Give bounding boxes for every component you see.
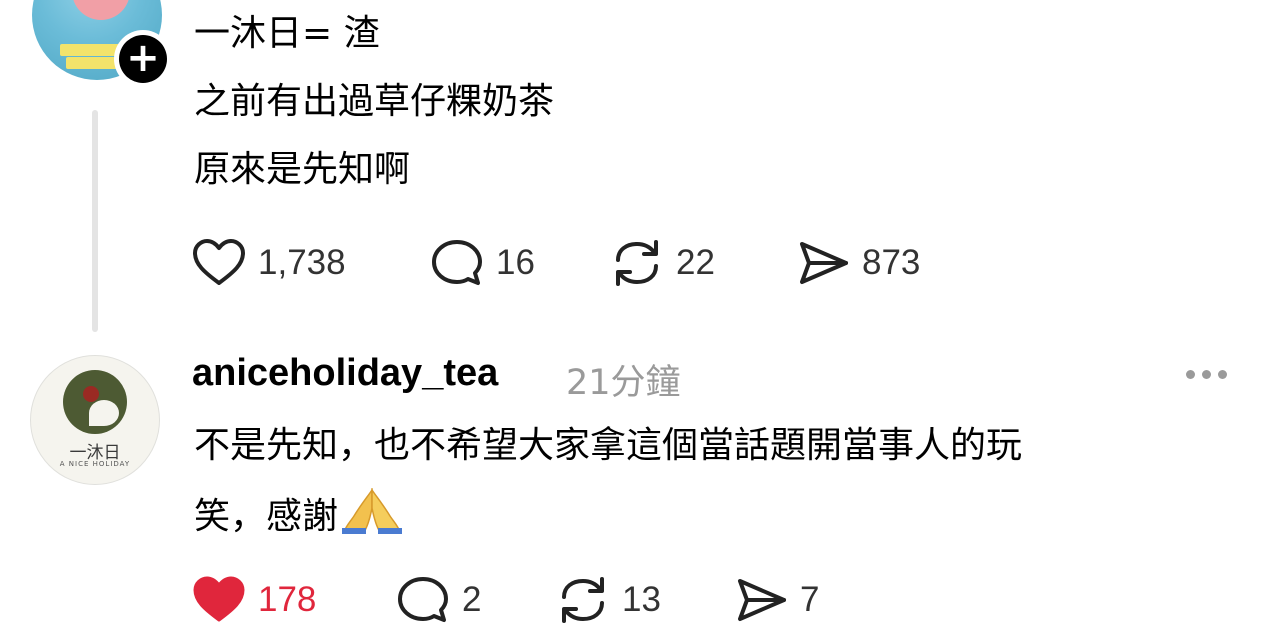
reply-reply-button[interactable]: 2 [396, 575, 481, 625]
reply-repost-count: 13 [622, 580, 661, 619]
post-text-line-3: 原來是先知啊 [194, 149, 411, 190]
repost-icon [562, 577, 604, 623]
like-count: 1,738 [258, 243, 346, 282]
comment-bubble-icon [432, 240, 482, 285]
reply-repost-button[interactable]: 13 [556, 575, 661, 625]
heart-icon [193, 239, 245, 285]
heart-icon [193, 576, 245, 622]
follow-button[interactable]: + [114, 30, 172, 88]
reply-timestamp: 21分鐘 [566, 363, 681, 403]
repost-button[interactable]: 22 [610, 238, 715, 288]
reply-text-line-1: 不是先知，也不希望大家拿這個當話題開當事人的玩 [194, 425, 1023, 466]
reply-share-button[interactable]: 7 [734, 575, 819, 625]
reply-reply-count: 2 [462, 580, 482, 619]
reply-author-avatar[interactable]: 一沐日 A NICE HOLIDAY [30, 355, 160, 485]
send-icon [800, 242, 848, 284]
reply-username[interactable]: aniceholiday_tea [192, 352, 498, 395]
reply-like-count: 178 [258, 580, 317, 619]
avatar-logo-subtext: A NICE HOLIDAY [59, 460, 131, 468]
reply-share-count: 7 [800, 580, 820, 619]
reply-text-line-2-text: 笑，感謝 [194, 496, 339, 537]
share-count: 873 [862, 243, 921, 282]
more-dots-icon[interactable] [1186, 370, 1227, 379]
comment-bubble-icon [398, 577, 448, 622]
post-text-line-2: 之前有出過草仔粿奶茶 [194, 81, 555, 122]
reply-button[interactable]: 16 [430, 238, 535, 288]
reply-text-line-2: 笑，感謝 [194, 488, 403, 539]
repost-count: 22 [676, 243, 715, 282]
repost-icon [616, 240, 658, 286]
thread-connector-line [92, 110, 98, 332]
share-button[interactable]: 873 [796, 238, 920, 288]
reply-count: 16 [496, 243, 535, 282]
reply-like-button[interactable]: 178 [192, 575, 316, 625]
thread-view: + 一沐日= 渣 之前有出過草仔粿奶茶 原來是先知啊 1,738 16 22 8… [0, 0, 1284, 633]
praying-hands-emoji [342, 488, 403, 534]
plus-icon: + [119, 35, 167, 83]
like-button[interactable]: 1,738 [192, 238, 346, 288]
send-icon [738, 579, 786, 621]
post-text-line-1: 一沐日= 渣 [194, 13, 380, 54]
